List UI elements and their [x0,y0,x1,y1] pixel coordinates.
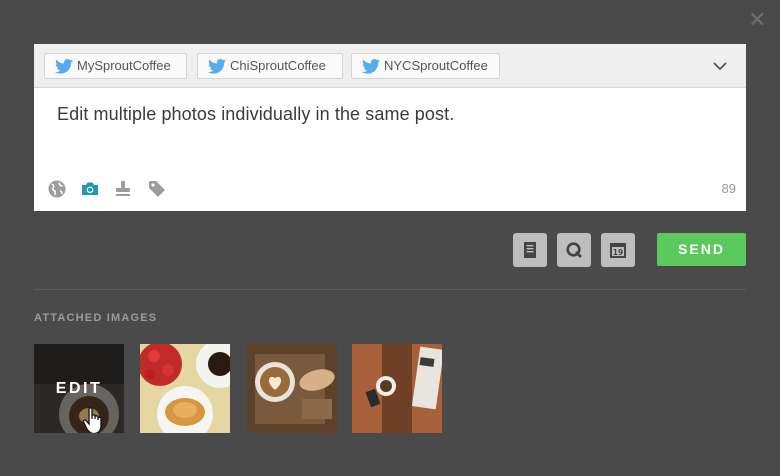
latte-heart-table-photo [247,344,337,433]
send-button[interactable]: SEND [657,233,746,266]
calendar-icon: 19 [610,243,626,258]
character-count: 89 [721,181,736,196]
camera-icon[interactable] [80,179,100,199]
twitter-bird-icon [55,59,73,74]
profile-chip-nycsproutcoffee[interactable]: NYCSproutCoffee [351,53,500,79]
close-icon[interactable]: ✕ [748,10,766,32]
stamp-icon[interactable] [113,179,133,199]
message-text[interactable]: Edit multiple photos individually in the… [57,104,717,125]
coffee-table-photo [352,344,442,433]
attached-image-2[interactable] [140,344,230,433]
attached-image-1[interactable]: EDIT [34,344,124,433]
twitter-bird-icon [208,59,226,74]
calendar-day: 19 [613,248,623,257]
attached-image-4[interactable] [352,344,442,433]
profile-name: ChiSproutCoffee [230,58,326,73]
section-divider [34,289,746,290]
profile-name: MySproutCoffee [77,58,171,73]
profile-chip-chisproutcoffee[interactable]: ChiSproutCoffee [197,53,343,79]
hand-pointer-icon [82,407,102,433]
queue-icon [566,242,582,258]
profile-selector: MySproutCoffee ChiSproutCoffee NYCSprout… [34,44,746,88]
twitter-bird-icon [362,59,380,74]
globe-icon[interactable] [47,179,67,199]
attached-image-3[interactable] [247,344,337,433]
profile-name: NYCSproutCoffee [384,58,488,73]
notes-icon [524,242,536,258]
attached-images-heading: ATTACHED IMAGES [34,312,158,324]
edit-overlay-label: EDIT [55,380,103,397]
notes-button[interactable] [513,233,547,267]
schedule-button[interactable]: 19 [601,233,635,267]
strawberries-croissant-photo [140,344,230,433]
post-composer: MySproutCoffee ChiSproutCoffee NYCSprout… [34,44,746,211]
tag-icon[interactable] [147,179,167,199]
chevron-down-icon[interactable] [713,61,727,71]
profile-chip-mysproutcoffee[interactable]: MySproutCoffee [44,53,187,79]
queue-button[interactable] [557,233,591,267]
